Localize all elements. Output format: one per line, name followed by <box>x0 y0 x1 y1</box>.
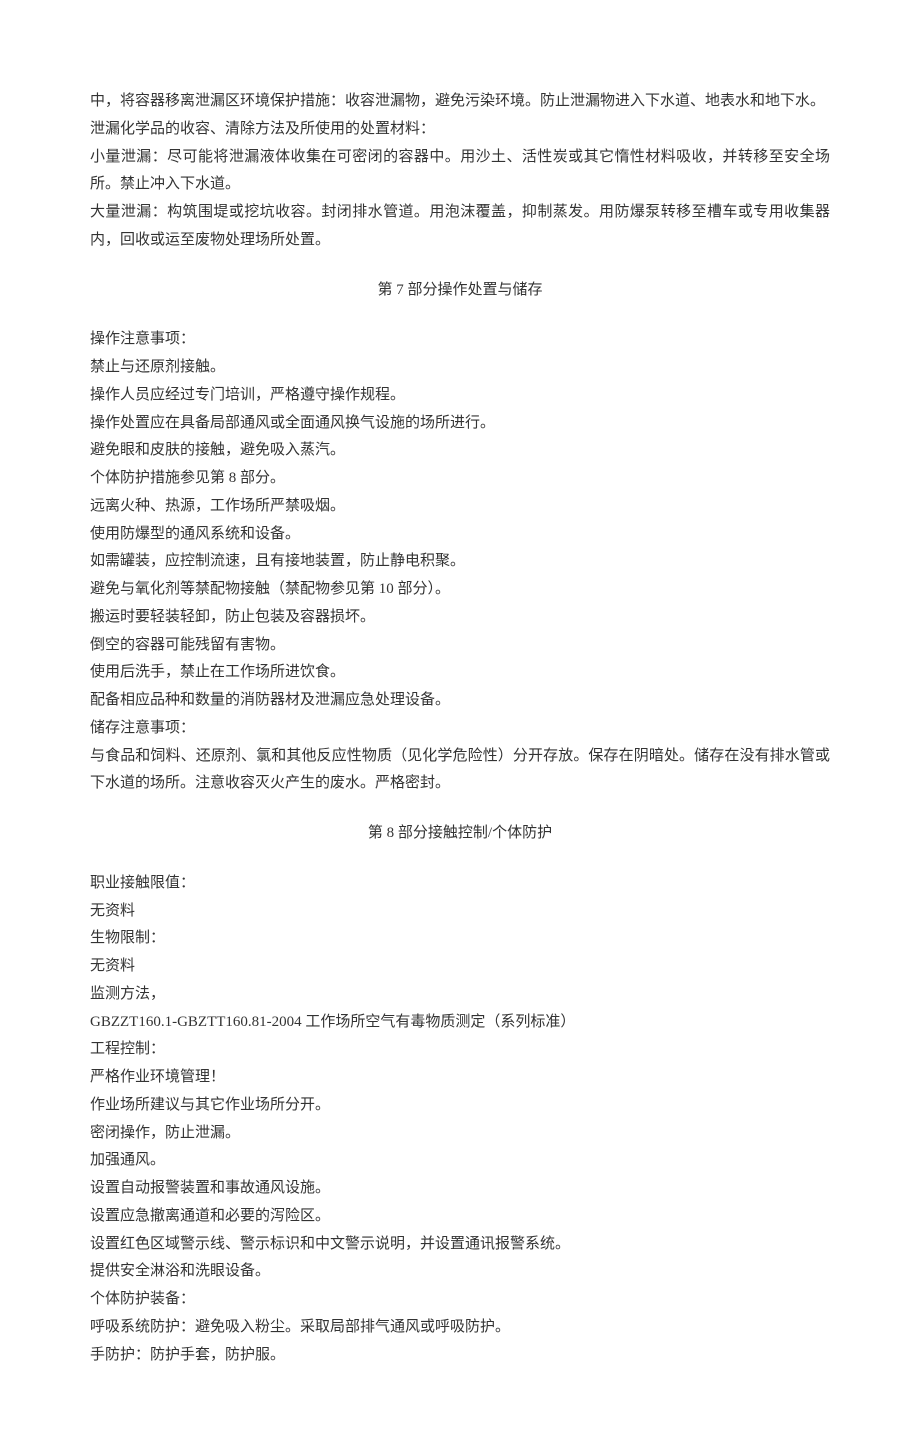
s8-p7: 工程控制： <box>90 1036 830 1064</box>
s7-p15: 储存注意事项： <box>90 715 830 743</box>
s7-p8: 使用防爆型的通风系统和设备。 <box>90 521 830 549</box>
s8-p15: 提供安全淋浴和洗眼设备。 <box>90 1258 830 1286</box>
s7-p13: 使用后洗手，禁止在工作场所进饮食。 <box>90 659 830 687</box>
s7-p9: 如需罐装，应控制流速，且有接地装置，防止静电积聚。 <box>90 548 830 576</box>
s7-p10: 避免与氧化剂等禁配物接触（禁配物参见第 10 部分）。 <box>90 576 830 604</box>
s6-p2: 泄漏化学品的收容、清除方法及所使用的处置材料： <box>90 116 830 144</box>
s7-p2: 禁止与还原剂接触。 <box>90 354 830 382</box>
s8-p12: 设置自动报警装置和事故通风设施。 <box>90 1175 830 1203</box>
s8-p5: 监测方法， <box>90 981 830 1009</box>
s8-p17: 呼吸系统防护：避免吸入粉尘。采取局部排气通风或呼吸防护。 <box>90 1314 830 1342</box>
s8-p11: 加强通风。 <box>90 1147 830 1175</box>
section-8-title: 第 8 部分接触控制/个体防护 <box>90 820 830 848</box>
s8-p4: 无资料 <box>90 953 830 981</box>
s8-p9: 作业场所建议与其它作业场所分开。 <box>90 1092 830 1120</box>
s8-p8: 严格作业环境管理！ <box>90 1064 830 1092</box>
s6-p4: 大量泄漏：构筑围堤或挖坑收容。封闭排水管道。用泡沫覆盖，抑制蒸发。用防爆泵转移至… <box>90 199 830 255</box>
s8-p13: 设置应急撤离通道和必要的泻险区。 <box>90 1203 830 1231</box>
s8-p2: 无资料 <box>90 898 830 926</box>
s7-p12: 倒空的容器可能残留有害物。 <box>90 632 830 660</box>
s6-p1: 中，将容器移离泄漏区环境保护措施：收容泄漏物，避免污染环境。防止泄漏物进入下水道… <box>90 88 830 116</box>
s8-p3: 生物限制： <box>90 925 830 953</box>
s8-p18: 手防护：防护手套，防护服。 <box>90 1342 830 1370</box>
s8-p16: 个体防护装备： <box>90 1286 830 1314</box>
s8-p10: 密闭操作，防止泄漏。 <box>90 1120 830 1148</box>
s7-p1: 操作注意事项： <box>90 326 830 354</box>
s7-p11: 搬运时要轻装轻卸，防止包装及容器损坏。 <box>90 604 830 632</box>
s7-p5: 避免眼和皮肤的接触，避免吸入蒸汽。 <box>90 437 830 465</box>
s8-p6: GBZZT160.1-GBZTT160.81-2004 工作场所空气有毒物质测定… <box>90 1009 830 1037</box>
s8-p1: 职业接触限值： <box>90 870 830 898</box>
s7-p7: 远离火种、热源，工作场所严禁吸烟。 <box>90 493 830 521</box>
s7-p14: 配备相应品种和数量的消防器材及泄漏应急处理设备。 <box>90 687 830 715</box>
s7-p4: 操作处置应在具备局部通风或全面通风换气设施的场所进行。 <box>90 410 830 438</box>
s7-p16: 与食品和饲料、还原剂、氯和其他反应性物质（见化学危险性）分开存放。保存在阴暗处。… <box>90 743 830 799</box>
section-7-title: 第 7 部分操作处置与储存 <box>90 277 830 305</box>
s6-p3: 小量泄漏：尽可能将泄漏液体收集在可密闭的容器中。用沙土、活性炭或其它惰性材料吸收… <box>90 144 830 200</box>
s7-p3: 操作人员应经过专门培训，严格遵守操作规程。 <box>90 382 830 410</box>
s8-p14: 设置红色区域警示线、警示标识和中文警示说明，并设置通讯报警系统。 <box>90 1231 830 1259</box>
s7-p6: 个体防护措施参见第 8 部分。 <box>90 465 830 493</box>
